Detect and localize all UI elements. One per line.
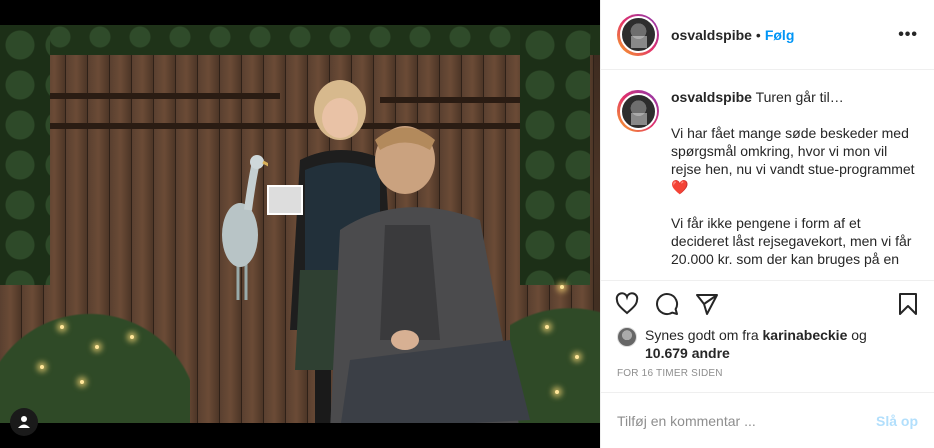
man-figure [330, 126, 530, 423]
caption-paragraph-2: Vi får ikke pengene i form af et decider… [671, 215, 912, 267]
likes-prefix: Synes godt om fra [645, 327, 759, 343]
post-media[interactable] [0, 0, 600, 448]
caption-avatar[interactable] [619, 92, 657, 130]
caption-lead: Turen går til… [755, 89, 844, 105]
ultrasound-photo [267, 185, 303, 215]
separator-dot: • [755, 26, 761, 43]
instagram-post: osvaldspibe • Følg ••• osvaldspibe Turen… [0, 0, 934, 448]
comment-bubble-icon [656, 292, 679, 315]
post-sidebar: osvaldspibe • Følg ••• osvaldspibe Turen… [600, 0, 934, 448]
header-username[interactable]: osvaldspibe [671, 27, 752, 43]
comment-input[interactable] [617, 412, 876, 429]
heart-emoji: ❤️ [671, 179, 689, 195]
comment-button[interactable] [655, 292, 679, 316]
avatar[interactable] [619, 16, 657, 53]
follow-button[interactable]: Følg [765, 27, 795, 43]
caption-paragraph: Vi har fået mange søde beskeder med spør… [671, 124, 918, 196]
comment-box: Slå op [601, 392, 934, 448]
heron-statue [222, 155, 268, 300]
bookmark-icon [899, 292, 917, 315]
post-comment-button[interactable]: Slå op [876, 413, 918, 429]
liker-username[interactable]: karinabeckie [763, 327, 848, 343]
caption-para1: Vi har fået mange søde beskeder med spør… [671, 125, 915, 177]
story-ring[interactable] [617, 13, 659, 56]
like-button[interactable] [615, 291, 639, 316]
likes-summary: Synes godt om fra karinabeckie og 10.679… [601, 326, 934, 362]
caption-body: osvaldspibe Turen går til… Vi har fået m… [671, 88, 918, 280]
caption: osvaldspibe Turen går til… Vi har fået m… [601, 70, 934, 280]
user-tag-icon [18, 416, 30, 428]
likes-count[interactable]: 10.679 andre [645, 345, 730, 361]
heart-outline-icon [615, 291, 639, 314]
post-timestamp[interactable]: FOR 16 TIMER SIDEN [601, 362, 934, 379]
more-options-icon[interactable]: ••• [898, 26, 918, 44]
likes-and: og [851, 327, 867, 343]
caption-story-ring[interactable] [617, 90, 659, 132]
post-header: osvaldspibe • Følg ••• [601, 0, 934, 70]
user-tag-button[interactable] [10, 408, 38, 436]
post-photo[interactable] [0, 25, 600, 423]
share-button[interactable] [695, 292, 719, 316]
action-bar [601, 280, 934, 326]
liker-avatar[interactable] [617, 327, 637, 347]
paper-plane-icon [696, 293, 718, 315]
save-button[interactable] [896, 292, 920, 316]
caption-username[interactable]: osvaldspibe [671, 89, 752, 105]
